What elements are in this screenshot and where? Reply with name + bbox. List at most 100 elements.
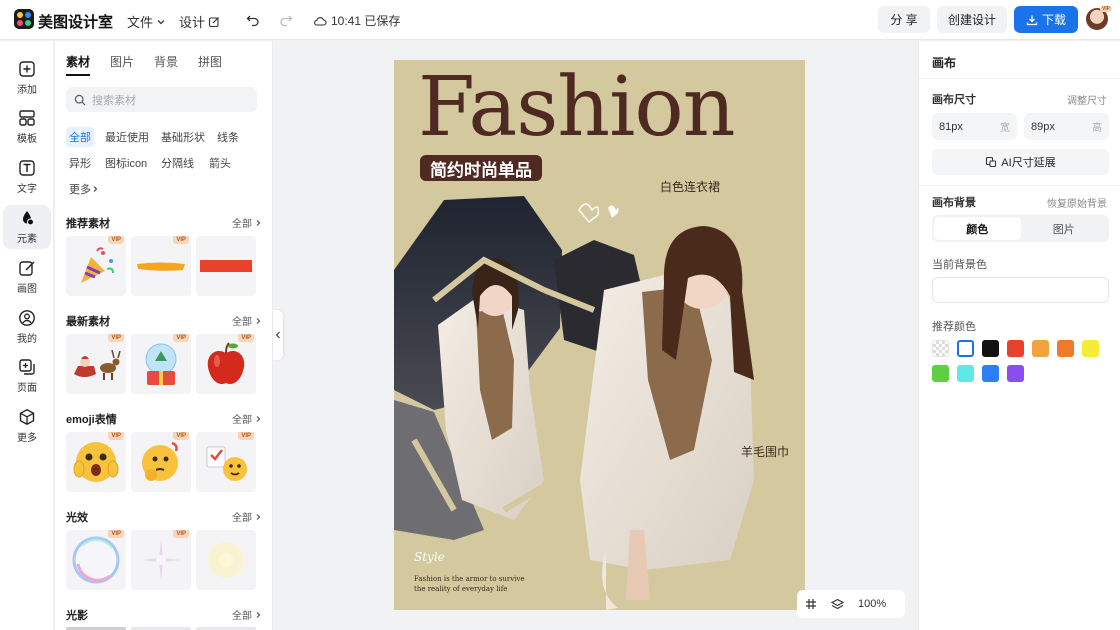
rail-item-pages[interactable]: 页面 <box>3 354 51 398</box>
swatch-blue[interactable] <box>982 365 999 382</box>
see-all-light-shadow[interactable]: 全部 <box>232 607 262 622</box>
rail-label-template: 模板 <box>17 134 37 145</box>
vip-badge: VIP <box>173 236 189 244</box>
poster-label-dress[interactable]: 白色连衣裙 <box>660 178 720 195</box>
tab-images[interactable]: 图片 <box>110 53 134 76</box>
asset-party-popper[interactable]: VIP <box>66 236 126 296</box>
swatch-orange[interactable] <box>1057 340 1074 357</box>
swatch-transparent[interactable] <box>932 340 949 357</box>
asset-warm-glow[interactable] <box>196 530 256 590</box>
width-field[interactable]: 81px 宽 <box>932 113 1017 140</box>
see-all-label: 全部 <box>232 611 252 622</box>
layers-icon[interactable] <box>831 598 844 611</box>
vip-badge: VIP <box>238 432 254 440</box>
cube-icon <box>19 409 35 425</box>
download-button[interactable]: 下载 <box>1014 6 1078 33</box>
tab-materials[interactable]: 素材 <box>66 53 91 76</box>
zoom-toolbar: 100% <box>797 590 905 618</box>
undo-icon[interactable] <box>244 11 262 29</box>
swatch-green[interactable] <box>932 365 949 382</box>
chip-basic-shapes[interactable]: 基础形状 <box>158 127 208 147</box>
asset-sparkle-glow[interactable]: VIP <box>131 530 191 590</box>
width-unit: 宽 <box>1000 123 1010 134</box>
asset-orange-brush[interactable]: VIP <box>131 236 191 296</box>
collapse-panel-handle[interactable] <box>273 310 283 360</box>
recommended-colors-label: 推荐颜色 <box>932 321 976 333</box>
chip-icons[interactable]: 图标icon <box>102 153 150 173</box>
swatch-purple[interactable] <box>1007 365 1024 382</box>
poster-quote-line1: Fashion is the armor to survive <box>414 575 525 583</box>
rail-item-draw[interactable]: 画图 <box>3 255 51 299</box>
asset-emoji-shocked[interactable]: VIP <box>66 432 126 492</box>
seg-image[interactable]: 图片 <box>1021 217 1108 240</box>
apple-icon <box>207 342 245 385</box>
file-menu-label: 文件 <box>127 15 154 30</box>
rail-item-elements[interactable]: 元素 <box>3 205 51 249</box>
rail-item-mine[interactable]: 我的 <box>3 305 51 349</box>
asset-bubble-ring[interactable]: VIP <box>66 530 126 590</box>
avatar[interactable]: VIP <box>1086 6 1112 30</box>
chip-irregular[interactable]: 异形 <box>66 153 94 173</box>
app-logo-icon[interactable] <box>14 9 34 29</box>
height-field[interactable]: 89px 高 <box>1024 113 1109 140</box>
swatch-light-orange[interactable] <box>1032 340 1049 357</box>
swatch-cyan[interactable] <box>957 365 974 382</box>
poster-quote-line2: the reality of everyday life <box>414 585 508 593</box>
chip-recent[interactable]: 最近使用 <box>102 127 152 147</box>
ai-size-extend-button[interactable]: AI尺寸延展 <box>932 149 1109 175</box>
chip-all[interactable]: 全部 <box>66 127 94 147</box>
design-canvas[interactable]: Fashion 简约时尚单品 白色连衣裙 羊毛围巾 Style Fashion … <box>394 60 805 610</box>
vip-badge: VIP <box>238 334 254 342</box>
chip-more[interactable]: 更多 <box>66 179 102 199</box>
asset-emoji-checklist[interactable]: VIP <box>196 432 256 492</box>
restore-bg-link[interactable]: 恢复原始背景 <box>1047 195 1107 210</box>
swatch-white[interactable] <box>957 340 974 357</box>
adjust-size-link[interactable]: 调整尺寸 <box>1067 92 1107 107</box>
design-menu[interactable]: 设计 <box>179 12 220 31</box>
poster-headline[interactable]: Fashion <box>418 60 736 155</box>
download-icon <box>1026 15 1038 25</box>
canvas-bg-label: 画布背景 <box>932 197 976 209</box>
poster-label-scarf[interactable]: 羊毛围巾 <box>741 443 789 460</box>
asset-snow-globe[interactable]: VIP <box>131 334 191 394</box>
swatch-yellow[interactable] <box>1082 340 1099 357</box>
see-all-emoji[interactable]: 全部 <box>232 411 262 426</box>
glow-icon <box>208 542 244 578</box>
chip-arrows[interactable]: 箭头 <box>206 153 234 173</box>
rail-item-add[interactable]: 添加 <box>3 56 51 100</box>
chip-lines[interactable]: 线条 <box>214 127 242 147</box>
asset-reindeer-sleigh[interactable]: VIP <box>66 334 126 394</box>
zoom-level[interactable]: 100% <box>858 598 886 610</box>
swatch-black[interactable] <box>982 340 999 357</box>
chip-dividers[interactable]: 分隔线 <box>158 153 197 173</box>
redo-icon[interactable] <box>277 11 295 29</box>
see-all-newest[interactable]: 全部 <box>232 313 262 328</box>
file-menu[interactable]: 文件 <box>127 12 166 31</box>
rail-label-add: 添加 <box>17 85 37 96</box>
tab-backgrounds[interactable]: 背景 <box>154 53 178 76</box>
poster-quote[interactable]: Fashion is the armor to survive the real… <box>414 574 525 594</box>
asset-red-apple[interactable]: VIP <box>196 334 256 394</box>
grid-icon[interactable] <box>805 598 817 610</box>
rail-item-text[interactable]: 文字 <box>3 155 51 199</box>
asset-red-bar[interactable] <box>196 236 256 296</box>
see-all-light-effects[interactable]: 全部 <box>232 509 262 524</box>
see-all-label: 全部 <box>232 415 252 426</box>
seg-color[interactable]: 颜色 <box>934 217 1021 240</box>
checklist-emoji-icon <box>206 446 247 481</box>
tab-collage[interactable]: 拼图 <box>198 53 222 76</box>
current-bg-color-field[interactable] <box>932 277 1109 303</box>
vip-badge: VIP <box>108 530 124 538</box>
asset-emoji-thinking[interactable]: VIP <box>131 432 191 492</box>
rail-item-more[interactable]: 更多 <box>3 404 51 448</box>
rail-item-template[interactable]: 模板 <box>3 105 51 149</box>
poster-script-text[interactable]: Style <box>414 550 445 564</box>
create-design-button[interactable]: 创建设计 <box>937 6 1007 33</box>
see-all-recommended[interactable]: 全部 <box>232 215 262 230</box>
save-status: 10:41 已保存 <box>313 12 400 29</box>
poster-tag[interactable]: 简约时尚单品 <box>420 155 542 181</box>
search-input[interactable]: 搜索素材 <box>66 87 257 112</box>
share-button[interactable]: 分 享 <box>878 6 930 33</box>
vip-badge: VIP <box>108 432 124 440</box>
swatch-red[interactable] <box>1007 340 1024 357</box>
